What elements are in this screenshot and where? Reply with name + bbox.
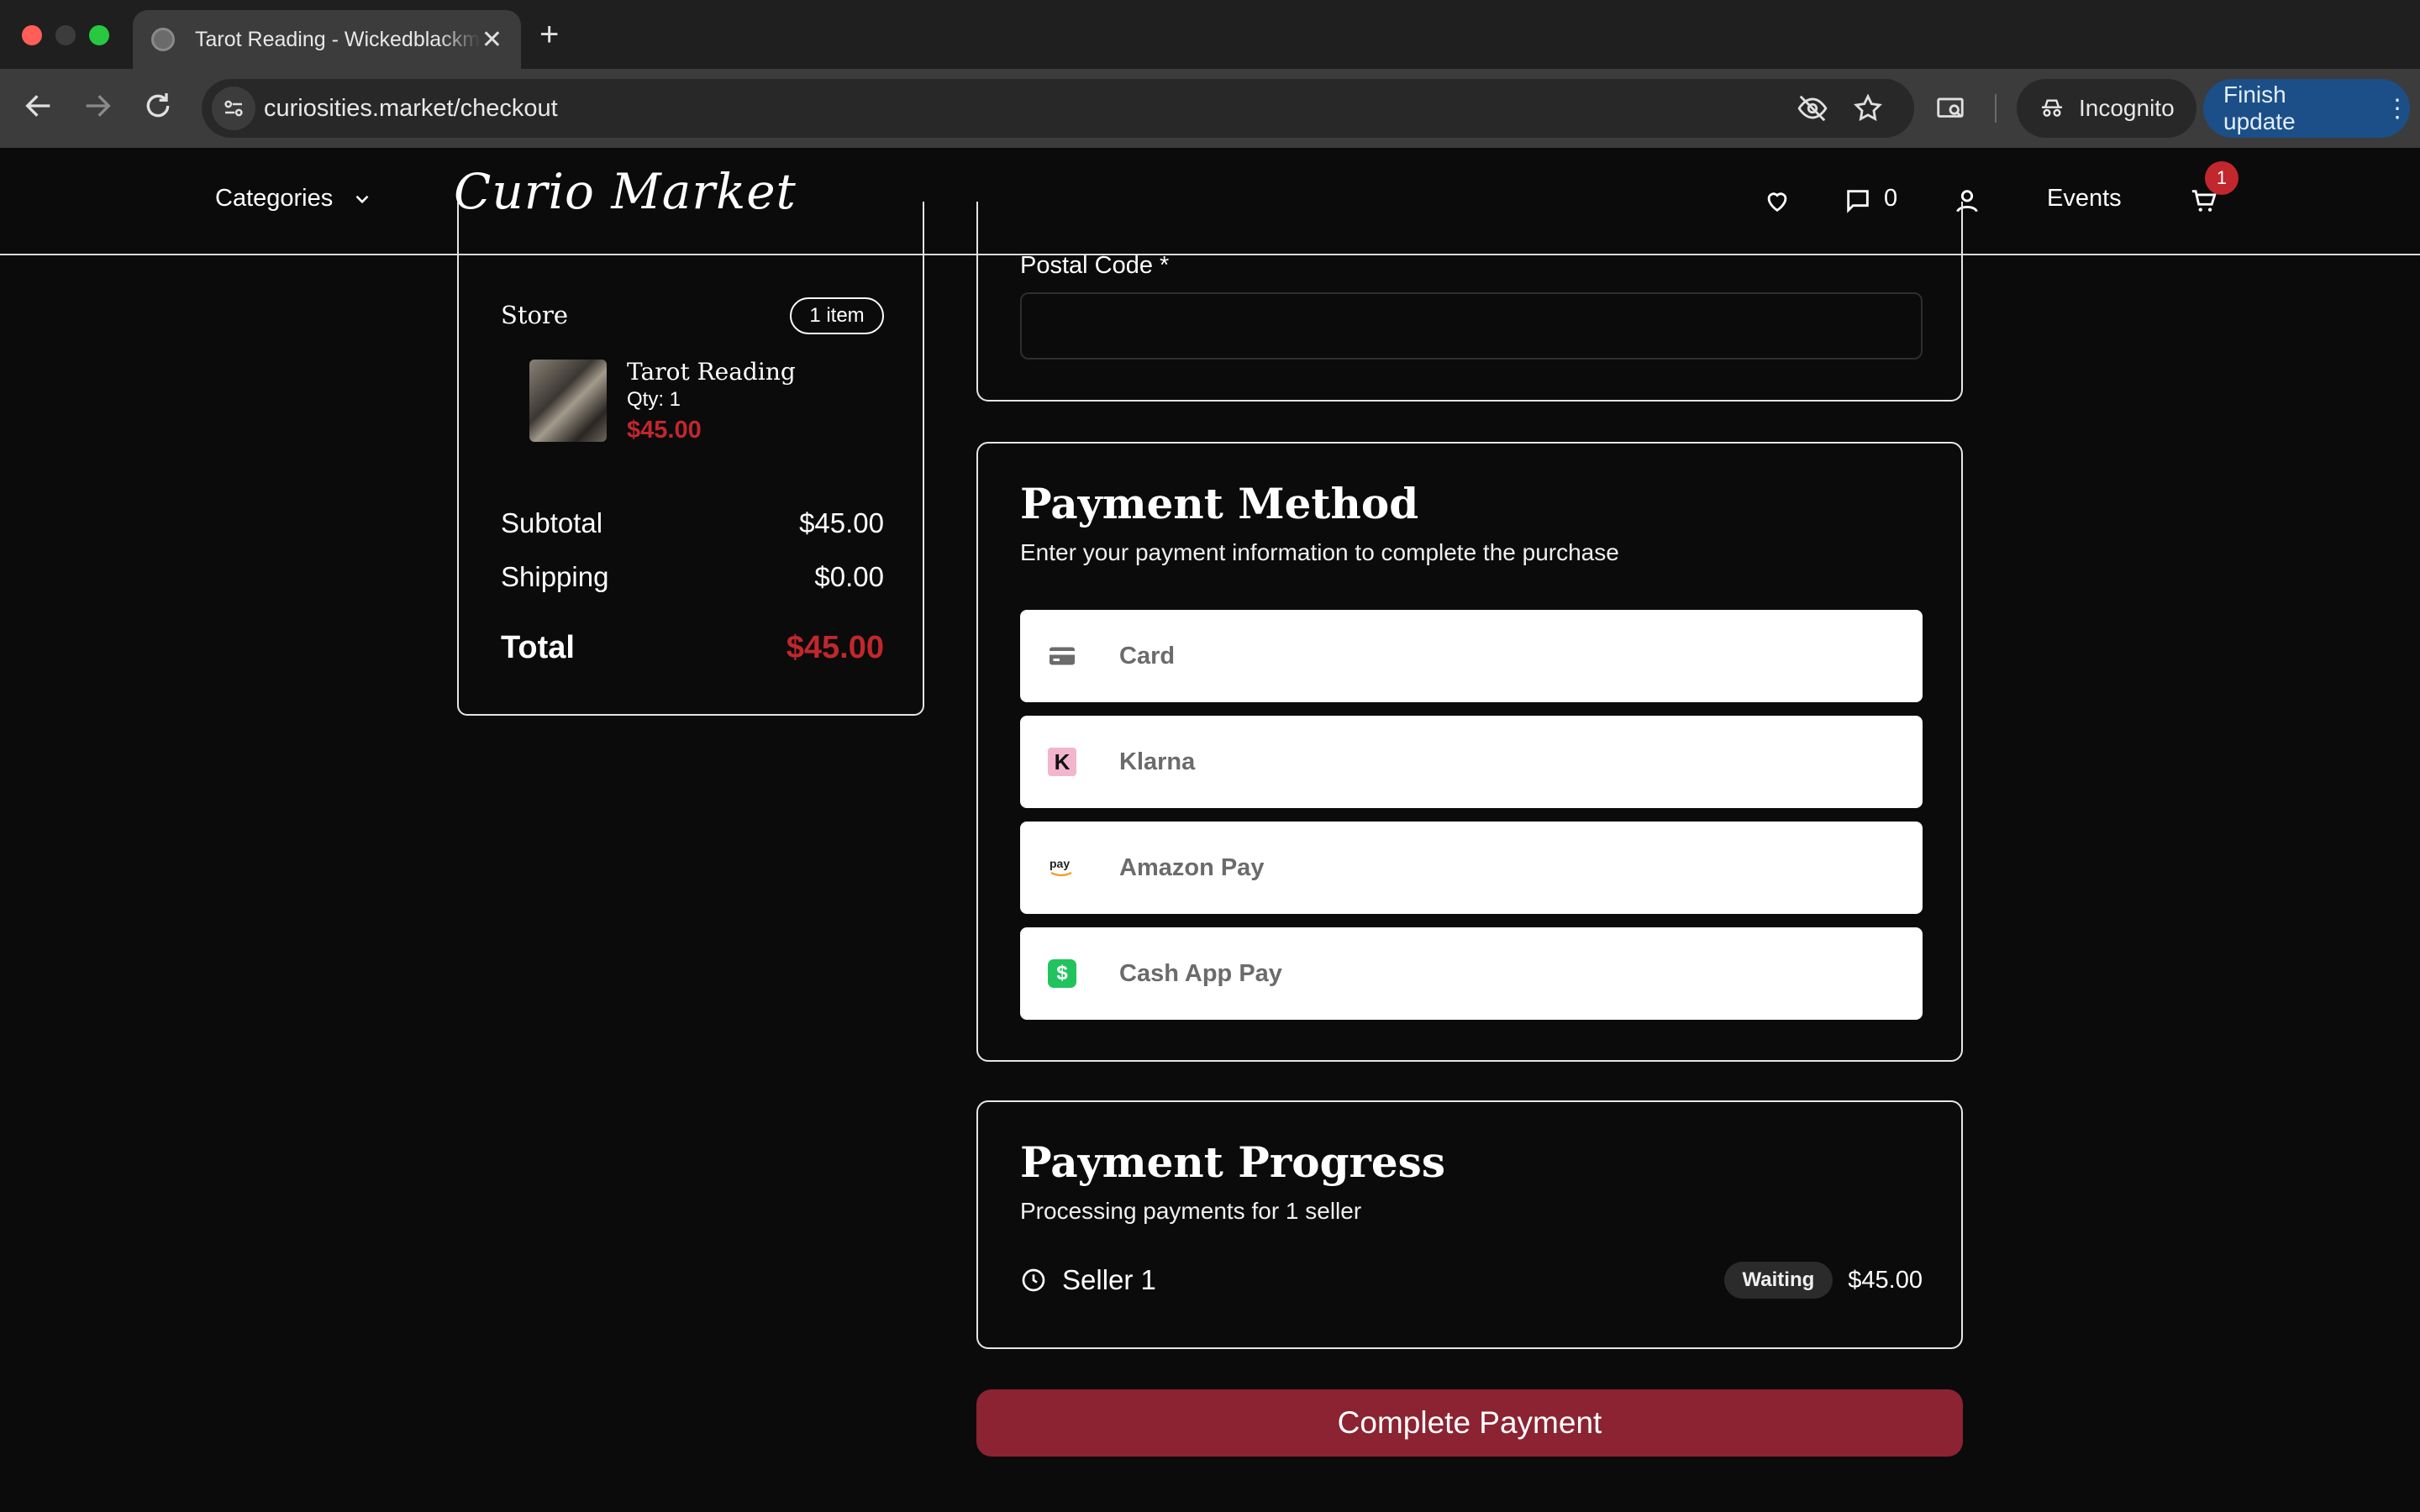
total-label: Total — [501, 630, 575, 665]
shipping-label: Shipping — [501, 561, 609, 592]
item-price: $45.00 — [627, 417, 702, 444]
item-title[interactable]: Tarot Reading — [627, 358, 796, 386]
back-arrow-icon[interactable] — [22, 89, 55, 123]
items-count-badge: 1 item — [790, 297, 884, 334]
shipping-value: $0.00 — [814, 561, 884, 592]
order-summary-card: Store 1 item Tarot Reading Qty: 1 $45.00… — [457, 202, 924, 716]
total-value: $45.00 — [786, 630, 884, 665]
tab-title: Tarot Reading - Wickedblackmagic — [195, 27, 481, 51]
seller-payment-row: Seller 1 Waiting $45.00 — [1020, 1260, 1923, 1300]
product-thumbnail[interactable] — [529, 360, 607, 442]
cart-count-badge: 1 — [2205, 161, 2238, 195]
clock-icon — [1022, 1268, 1045, 1292]
cast-search-icon[interactable] — [1934, 92, 1966, 124]
new-tab-button[interactable]: + — [539, 15, 559, 54]
close-window-button[interactable] — [22, 25, 42, 45]
item-quantity: Qty: 1 — [627, 388, 681, 411]
categories-menu[interactable]: Categories — [215, 185, 373, 213]
eye-off-icon[interactable] — [1797, 92, 1828, 124]
tune-icon — [224, 100, 243, 117]
amazon-pay-icon: pay — [1047, 853, 1077, 883]
categories-label: Categories — [215, 185, 334, 212]
events-link[interactable]: Events — [2047, 185, 2122, 213]
incognito-label: Incognito — [2079, 95, 2175, 121]
star-icon[interactable] — [1852, 92, 1884, 124]
status-badge: Waiting — [1723, 1262, 1833, 1299]
tab-close-icon[interactable]: ✕ — [481, 25, 502, 55]
site-info-button[interactable] — [212, 87, 255, 130]
payment-option-label: Klarna — [1119, 748, 1196, 775]
payment-option-amazon-pay[interactable]: pay Amazon Pay — [1020, 822, 1923, 914]
payment-option-label: Card — [1119, 642, 1176, 669]
chevron-down-icon — [355, 195, 369, 203]
payment-option-klarna[interactable]: K Klarna — [1020, 716, 1923, 808]
toolbar-divider — [1995, 94, 1996, 123]
shipping-row: Shipping $0.00 — [501, 561, 884, 593]
postal-code-input[interactable] — [1020, 292, 1923, 360]
forward-arrow-icon[interactable] — [81, 89, 114, 123]
cash-app-icon: $ — [1047, 958, 1077, 989]
maximize-window-button[interactable] — [89, 25, 109, 45]
browser-toolbar: curiosities.market/checkout Incognito Fi… — [0, 69, 2420, 148]
minimize-window-button[interactable] — [55, 25, 76, 45]
payment-option-card[interactable]: Card — [1020, 610, 1923, 702]
seller-amount: $45.00 — [1848, 1266, 1923, 1294]
incognito-icon — [2042, 99, 2062, 117]
subtotal-row: Subtotal $45.00 — [501, 507, 884, 539]
shipping-address-card: Postal Code * — [976, 202, 1963, 402]
credit-card-icon — [1047, 641, 1077, 671]
payment-method-subtitle: Enter your payment information to comple… — [1020, 539, 1619, 565]
payment-progress-subtitle: Processing payments for 1 seller — [1020, 1198, 1362, 1224]
browser-tabstrip: Tarot Reading - Wickedblackmagic ✕ + — [0, 0, 2420, 69]
postal-code-label: Postal Code * — [1020, 252, 1170, 279]
store-label: Store — [501, 301, 569, 329]
browser-tab-active[interactable]: Tarot Reading - Wickedblackmagic ✕ — [133, 10, 521, 69]
finish-update-label: Finish update — [2223, 81, 2296, 134]
more-vert-icon[interactable]: ⋮ — [2385, 94, 2410, 123]
payment-progress-title: Payment Progress — [1020, 1137, 1445, 1187]
address-bar[interactable]: curiosities.market/checkout — [202, 79, 1914, 138]
url-text[interactable]: curiosities.market/checkout — [264, 95, 558, 123]
payment-progress-card: Payment Progress Processing payments for… — [976, 1100, 1963, 1349]
globe-icon — [151, 28, 175, 51]
svg-text:pay: pay — [1050, 857, 1070, 870]
finish-update-button[interactable]: Finish update ⋮ — [2203, 79, 2410, 138]
subtotal-value: $45.00 — [799, 507, 884, 538]
payment-option-label: Amazon Pay — [1119, 853, 1265, 881]
klarna-icon: K — [1047, 747, 1077, 777]
incognito-indicator[interactable]: Incognito — [2017, 79, 2196, 138]
payment-option-label: Cash App Pay — [1119, 959, 1282, 987]
payment-method-title: Payment Method — [1020, 479, 1419, 528]
total-row: Total $45.00 — [501, 630, 884, 666]
subtotal-label: Subtotal — [501, 507, 603, 538]
payment-option-cash-app[interactable]: $ Cash App Pay — [1020, 927, 1923, 1020]
seller-name: Seller 1 — [1062, 1264, 1156, 1295]
payment-method-card: Payment Method Enter your payment inform… — [976, 442, 1963, 1062]
complete-payment-button[interactable]: Complete Payment — [976, 1389, 1963, 1457]
reload-icon[interactable] — [141, 89, 175, 123]
